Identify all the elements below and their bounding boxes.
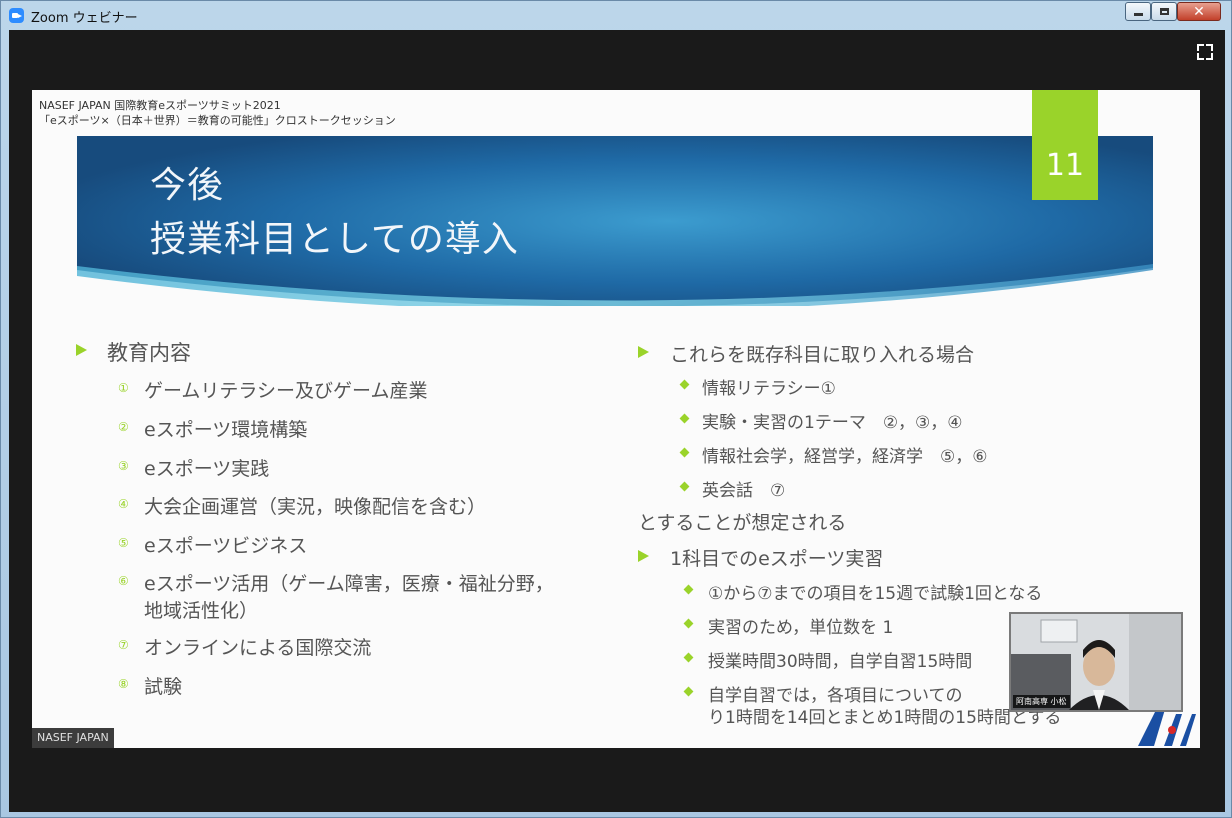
right-sub-item: 授業時間30時間，自学自習15時間: [708, 652, 973, 672]
item-number: ③: [118, 459, 129, 473]
bullet-diamond-icon: [683, 618, 694, 629]
page-number-box: 11: [1032, 90, 1098, 200]
right-sub-item: 実験・実習の1テーマ ②，③，④: [702, 413, 963, 433]
item-number: ⑤: [118, 536, 129, 550]
right-sub-item: 英会話 ⑦: [702, 481, 786, 501]
left-item-continued: 地域活性化）: [144, 600, 259, 622]
left-item: eスポーツビジネス: [144, 535, 308, 557]
bullet-arrow-icon: [638, 550, 649, 562]
left-item: eスポーツ実践: [144, 458, 270, 480]
bullet-arrow-icon: [76, 344, 87, 356]
right-sub-item: 実習のため，単位数を 1: [708, 618, 894, 638]
maximize-icon: [1159, 8, 1169, 15]
fullscreen-icon[interactable]: [1197, 44, 1213, 60]
item-number: ⑦: [118, 638, 129, 652]
page-number: 11: [1045, 148, 1085, 183]
item-number: ②: [118, 420, 129, 434]
item-number: ①: [118, 381, 129, 395]
minimize-button[interactable]: [1125, 2, 1151, 21]
bullet-diamond-icon: [683, 652, 694, 663]
slide-title-line2: 授業科目としての導入: [150, 219, 519, 260]
speaker-video-thumbnail[interactable]: 阿南高専 小松: [1009, 612, 1183, 712]
zoom-app-icon: [9, 8, 24, 23]
right-heading-1: これらを既存科目に取り入れる場合: [670, 344, 975, 366]
minimize-icon: [1133, 13, 1143, 16]
bullet-diamond-icon: [679, 447, 690, 458]
slide-title-line1: 今後: [150, 165, 225, 206]
speaker-name-label: 阿南高専 小松: [1013, 695, 1070, 708]
nasef-watermark: NASEF JAPAN: [32, 728, 114, 748]
maximize-button[interactable]: [1151, 2, 1177, 21]
left-item: ゲームリテラシー及びゲーム産業: [144, 380, 428, 402]
bullet-arrow-icon: [638, 346, 649, 358]
bullet-diamond-icon: [683, 686, 694, 697]
slide-header-line2: 「eスポーツ×（日本＋世界）＝教育の可能性」クロストークセッション: [39, 114, 396, 127]
bullet-diamond-icon: [679, 481, 690, 492]
bullet-diamond-icon: [683, 584, 694, 595]
left-item: eスポーツ活用（ゲーム障害，医療・福祉分野，: [144, 573, 554, 595]
item-number: ⑥: [118, 574, 129, 588]
left-heading: 教育内容: [107, 341, 191, 365]
window-title: Zoom ウェビナー: [31, 11, 138, 26]
close-icon: ✕: [1193, 3, 1205, 20]
item-number: ⑧: [118, 677, 129, 691]
left-item: オンラインによる国際交流: [144, 637, 372, 659]
left-item: 大会企画運営（実況，映像配信を含む）: [144, 496, 487, 518]
right-sub-item: ①から⑦までの項目を15週で試験1回となる: [708, 584, 1043, 604]
left-item: eスポーツ環境構築: [144, 419, 308, 441]
close-button[interactable]: ✕: [1177, 2, 1221, 21]
right-sub-item: 情報社会学，経営学，経済学 ⑤，⑥: [702, 447, 988, 467]
title-bar[interactable]: Zoom ウェビナー ✕: [1, 1, 1232, 29]
right-heading-2: 1科目でのeスポーツ実習: [670, 548, 884, 570]
slide-header-line1: NASEF JAPAN 国際教育eスポーツサミット2021: [39, 99, 281, 112]
right-sub-item: 情報リテラシー①: [702, 379, 836, 399]
left-item: 試験: [144, 676, 183, 698]
right-note: とすることが想定される: [638, 512, 847, 534]
bullet-diamond-icon: [679, 379, 690, 390]
item-number: ④: [118, 497, 129, 511]
bullet-diamond-icon: [679, 413, 690, 424]
